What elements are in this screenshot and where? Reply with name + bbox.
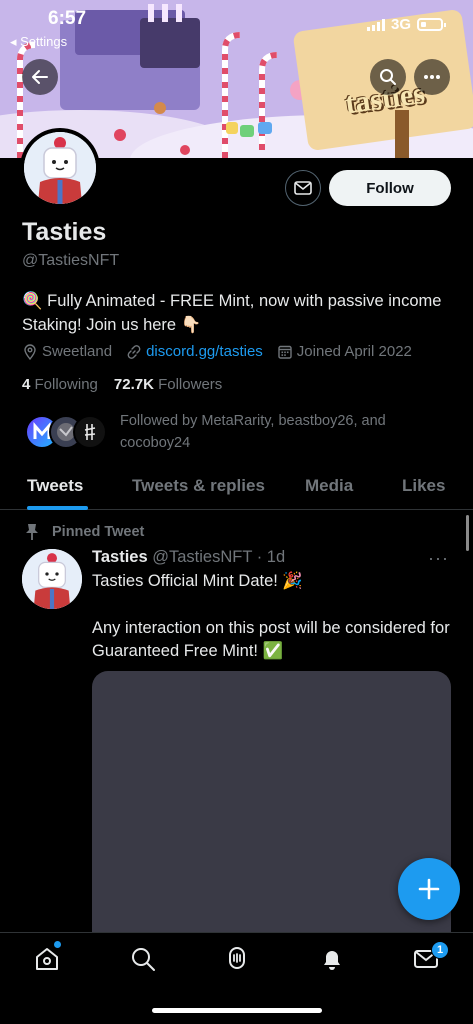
profile-name: Tasties xyxy=(22,218,107,246)
search-icon xyxy=(380,69,396,85)
profile-avatar-frame[interactable] xyxy=(20,128,100,208)
tweet-text: Tasties Official Mint Date! 🎉 Any intera… xyxy=(92,570,452,664)
joined-text: Joined April 2022 xyxy=(296,343,412,360)
tweet-header: Tasties @TastiesNFT · 1d xyxy=(92,548,285,567)
messages-badge: 1 xyxy=(431,941,449,959)
back-button[interactable] xyxy=(22,59,58,95)
nav-search[interactable] xyxy=(129,945,157,973)
active-tab-indicator xyxy=(27,506,88,510)
marshmallow-avatar-icon xyxy=(22,549,82,609)
home-icon xyxy=(36,948,58,970)
status-indicators: 3G xyxy=(366,16,446,33)
tweet-author-name[interactable]: Tasties xyxy=(92,548,148,566)
followers-label: Followers xyxy=(158,376,223,393)
pin-icon xyxy=(26,524,38,540)
back-arrow-icon xyxy=(32,70,48,84)
followers-stat[interactable]: 72.7K Followers xyxy=(114,376,222,393)
network-type: 3G xyxy=(390,16,411,33)
marshmallow-avatar-icon xyxy=(24,132,96,204)
pinned-label: Pinned Tweet xyxy=(24,523,144,541)
link-icon xyxy=(127,344,141,359)
location-text: Sweetland xyxy=(42,343,113,360)
tab-tweets[interactable]: Tweets xyxy=(27,476,83,496)
tweet-line-1: Tasties Official Mint Date! 🎉 xyxy=(92,572,303,590)
profile-location: Sweetland xyxy=(22,343,112,360)
tab-likes[interactable]: Likes xyxy=(402,476,445,496)
pinned-text: Pinned Tweet xyxy=(52,524,145,540)
back-to-settings-link[interactable]: ◂ Settings xyxy=(10,34,67,50)
tweet-line-2: Any interaction on this post will be con… xyxy=(92,618,450,661)
nav-spaces[interactable] xyxy=(223,945,251,973)
battery-icon xyxy=(417,18,446,31)
notifications-icon xyxy=(324,951,340,970)
search-icon xyxy=(132,948,155,971)
profile-handle: @TastiesNFT xyxy=(22,252,120,269)
mail-icon xyxy=(294,181,312,195)
tab-tweets-replies[interactable]: Tweets & replies xyxy=(132,476,265,496)
calendar-icon xyxy=(278,345,292,359)
more-button[interactable] xyxy=(414,59,450,95)
search-button[interactable] xyxy=(370,59,406,95)
signal-icon xyxy=(366,18,385,31)
profile-bio: 🍭 Fully Animated - FREE Mint, now with p… xyxy=(22,292,442,334)
tweet-media[interactable] xyxy=(92,671,451,951)
nav-home[interactable] xyxy=(33,945,61,973)
following-stat[interactable]: 4 Following xyxy=(22,376,98,393)
tweet-more-icon[interactable]: ··· xyxy=(428,548,449,569)
tweet-author-handle: @TastiesNFT · 1d xyxy=(152,548,286,566)
follow-button[interactable]: Follow xyxy=(329,170,451,206)
followed-by-text[interactable]: Followed by MetaRarity, beastboy26, and … xyxy=(120,410,450,454)
profile-tabs: Tweets Tweets & replies Media Likes xyxy=(0,466,473,510)
follower-avatar xyxy=(73,415,107,449)
location-pin-icon xyxy=(24,343,36,360)
sketch-avatar-icon xyxy=(84,424,96,440)
tweet-avatar[interactable] xyxy=(22,549,82,609)
message-button[interactable] xyxy=(285,170,321,206)
following-count: 4 xyxy=(22,376,31,393)
nav-notifications[interactable] xyxy=(318,945,346,973)
spaces-icon xyxy=(229,947,245,969)
avatar xyxy=(24,132,96,204)
home-indicator[interactable] xyxy=(152,1008,322,1013)
status-time: 6:57 xyxy=(48,8,87,29)
following-label: Following xyxy=(34,376,98,393)
more-dots-icon xyxy=(424,75,440,79)
home-unread-dot xyxy=(54,941,61,948)
profile-joined: Joined April 2022 xyxy=(277,343,412,360)
plus-icon xyxy=(418,878,440,900)
followers-count: 72.7K xyxy=(113,376,154,393)
follow-stats: 4 Following 72.7K Followers xyxy=(22,376,222,393)
followed-by-avatars[interactable] xyxy=(25,415,115,451)
scrollbar[interactable] xyxy=(466,515,469,551)
compose-tweet-button[interactable] xyxy=(398,858,460,920)
profile-website[interactable]: discord.gg/tasties xyxy=(126,343,263,360)
profile-meta: Sweetland discord.gg/tasties Joined Apri… xyxy=(22,343,426,360)
website-link[interactable]: discord.gg/tasties xyxy=(146,343,263,360)
tab-media[interactable]: Media xyxy=(305,476,353,496)
